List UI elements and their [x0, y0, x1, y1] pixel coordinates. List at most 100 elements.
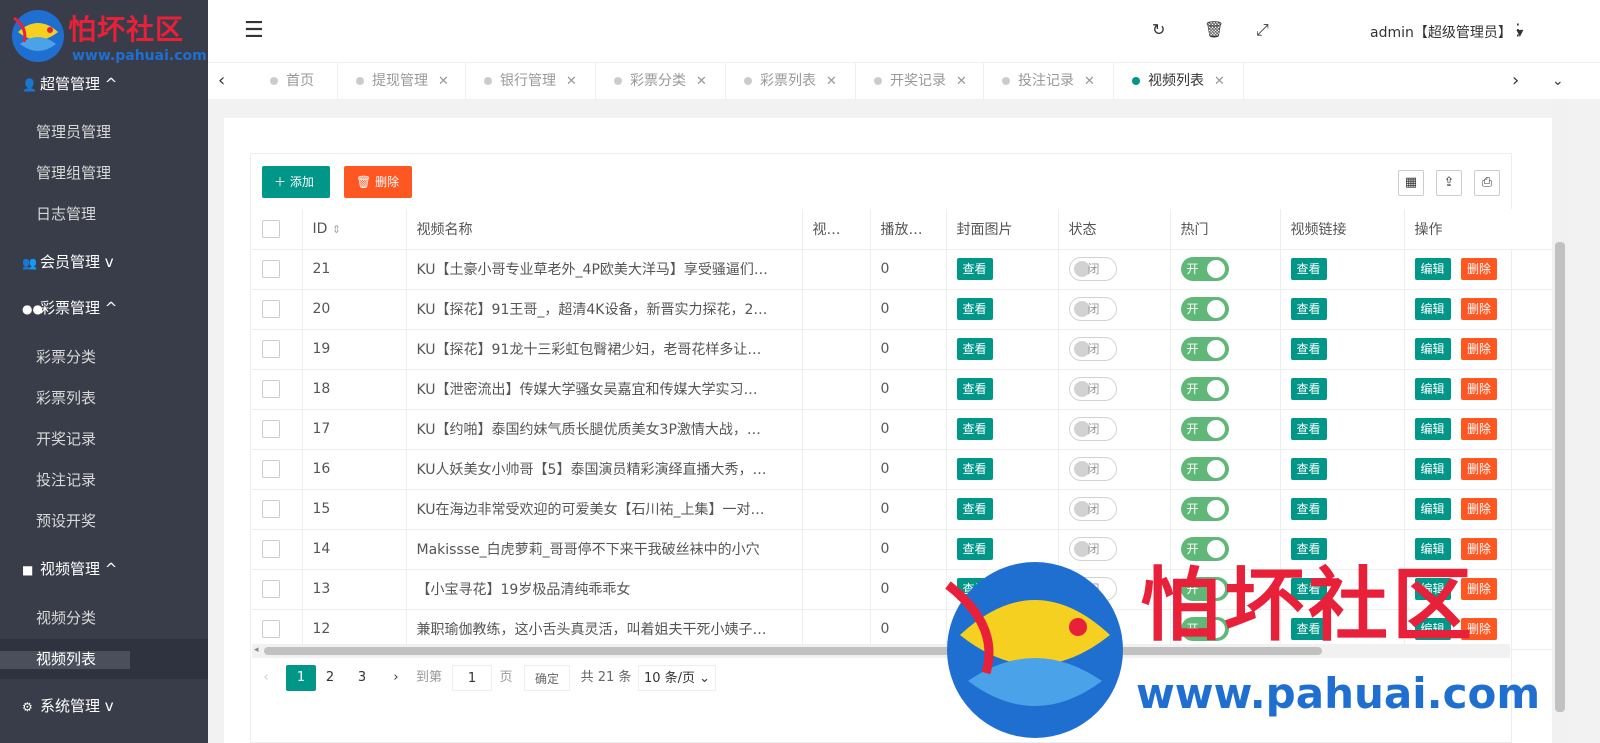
- row-delete-button[interactable]: 删除: [1460, 458, 1497, 480]
- edit-button[interactable]: 编辑: [1414, 298, 1451, 320]
- trash-icon[interactable]: 🗑: [1204, 20, 1224, 39]
- status-switch[interactable]: 闭: [1068, 417, 1117, 441]
- edit-button[interactable]: 编辑: [1414, 258, 1451, 280]
- sidebar-item-preset-draw[interactable]: 预设开奖: [0, 501, 208, 541]
- page-size-select[interactable]: 10 条/页 ⌄: [638, 665, 716, 691]
- row-select-cell[interactable]: [252, 329, 303, 370]
- row-select-cell[interactable]: [252, 609, 303, 650]
- view-link-button[interactable]: 查看: [1290, 498, 1327, 520]
- close-icon[interactable]: ✕: [956, 74, 967, 89]
- add-button[interactable]: ＋ 添加: [262, 166, 330, 198]
- refresh-icon[interactable]: ↻: [1152, 20, 1165, 39]
- prev-page-icon[interactable]: ‹: [256, 665, 276, 691]
- sidebar-item-draw-records[interactable]: 开奖记录: [0, 419, 208, 459]
- view-cover-button[interactable]: 查看: [956, 258, 993, 280]
- edit-button[interactable]: 编辑: [1414, 458, 1451, 480]
- select-all-checkbox[interactable]: [262, 219, 280, 238]
- columns-filter-icon[interactable]: ▦: [1398, 170, 1424, 196]
- row-delete-button[interactable]: 删除: [1460, 258, 1497, 280]
- row-checkbox[interactable]: [262, 460, 280, 478]
- hot-switch[interactable]: 开: [1180, 457, 1229, 481]
- delete-button[interactable]: 🗑 删除: [344, 166, 412, 198]
- row-delete-button[interactable]: 删除: [1460, 498, 1497, 520]
- logo[interactable]: 怕坏社区 www.pahuai.com: [10, 6, 207, 66]
- sidebar-item-video-category[interactable]: 视频分类: [0, 598, 208, 638]
- edit-button[interactable]: 编辑: [1414, 418, 1451, 440]
- select-all-cell[interactable]: [252, 209, 303, 250]
- close-icon[interactable]: ✕: [1214, 74, 1225, 89]
- next-page-icon[interactable]: ›: [386, 665, 406, 691]
- row-select-cell[interactable]: [252, 289, 303, 330]
- view-cover-button[interactable]: 查看: [956, 298, 993, 320]
- view-cover-button[interactable]: 查看: [956, 458, 993, 480]
- sidebar-item-log[interactable]: 日志管理: [0, 194, 208, 234]
- column-header-id[interactable]: ID ⇕: [302, 209, 407, 250]
- row-delete-button[interactable]: 删除: [1460, 298, 1497, 320]
- more-icon[interactable]: ⋮: [1510, 20, 1526, 39]
- hot-switch[interactable]: 开: [1180, 297, 1229, 321]
- tab-bank[interactable]: 银行管理 ✕: [466, 63, 596, 101]
- view-link-button[interactable]: 查看: [1290, 378, 1327, 400]
- status-switch[interactable]: 闭: [1068, 497, 1117, 521]
- tab-home[interactable]: 首页: [252, 63, 338, 101]
- scroll-left-icon[interactable]: ◂: [254, 645, 259, 655]
- status-switch[interactable]: 闭: [1068, 457, 1117, 481]
- row-select-cell[interactable]: [252, 489, 303, 530]
- row-select-cell[interactable]: [252, 409, 303, 450]
- view-cover-button[interactable]: 查看: [956, 338, 993, 360]
- close-icon[interactable]: ✕: [826, 74, 837, 89]
- edit-button[interactable]: 编辑: [1414, 338, 1451, 360]
- page-1[interactable]: 1: [286, 665, 316, 691]
- status-switch[interactable]: 闭: [1068, 377, 1117, 401]
- sort-icon[interactable]: ⇕: [332, 223, 341, 236]
- sidebar-item-admin-manage[interactable]: 管理员管理: [0, 112, 208, 152]
- tab-lottery-list[interactable]: 彩票列表 ✕: [726, 63, 856, 101]
- user-menu[interactable]: admin【超级管理员】 ▾: [1370, 22, 1523, 42]
- row-checkbox[interactable]: [262, 340, 280, 358]
- view-cover-button[interactable]: 查看: [956, 378, 993, 400]
- sidebar-item-bet-records[interactable]: 投注记录: [0, 460, 208, 500]
- row-checkbox[interactable]: [262, 380, 280, 398]
- sidebar-group-member[interactable]: 👥 会员管理 v: [0, 242, 208, 282]
- page-3[interactable]: 3: [350, 665, 374, 691]
- row-checkbox[interactable]: [262, 420, 280, 438]
- row-delete-button[interactable]: 删除: [1460, 378, 1497, 400]
- close-icon[interactable]: ✕: [1084, 74, 1095, 89]
- hot-switch[interactable]: 开: [1180, 377, 1229, 401]
- sidebar-group-super-admin[interactable]: 👤 超管管理 ^: [0, 64, 208, 104]
- view-link-button[interactable]: 查看: [1290, 418, 1327, 440]
- sidebar-item-lottery-list[interactable]: 彩票列表: [0, 378, 208, 418]
- row-select-cell[interactable]: [252, 449, 303, 490]
- fullscreen-icon[interactable]: ⤢: [1256, 20, 1269, 40]
- edit-button[interactable]: 编辑: [1414, 378, 1451, 400]
- tab-lottery-category[interactable]: 彩票分类 ✕: [596, 63, 726, 101]
- sidebar-group-system[interactable]: ⚙ 系统管理 v: [0, 686, 208, 726]
- status-switch[interactable]: 闭: [1068, 297, 1117, 321]
- row-select-cell[interactable]: [252, 249, 303, 290]
- sidebar-group-video[interactable]: ■ 视频管理 ^: [0, 549, 208, 589]
- row-checkbox[interactable]: [262, 540, 280, 558]
- tabs-next-icon[interactable]: ›: [1512, 63, 1519, 101]
- sidebar-group-lottery[interactable]: ●●彩票管理 ^: [0, 288, 208, 328]
- hot-switch[interactable]: 开: [1180, 257, 1229, 281]
- tab-bet-records[interactable]: 投注记录 ✕: [984, 63, 1114, 101]
- goto-page-input[interactable]: 1: [452, 665, 492, 691]
- row-checkbox[interactable]: [262, 500, 280, 518]
- close-icon[interactable]: ✕: [438, 74, 449, 89]
- status-switch[interactable]: 闭: [1068, 337, 1117, 361]
- view-link-button[interactable]: 查看: [1290, 458, 1327, 480]
- tab-video-list[interactable]: 视频列表 ✕: [1114, 63, 1244, 101]
- sidebar-item-video-list[interactable]: 视频列表: [0, 639, 208, 679]
- row-checkbox[interactable]: [262, 260, 280, 278]
- view-cover-button[interactable]: 查看: [956, 498, 993, 520]
- tab-draw-records[interactable]: 开奖记录 ✕: [856, 63, 984, 101]
- row-select-cell[interactable]: [252, 529, 303, 570]
- row-delete-button[interactable]: 删除: [1460, 418, 1497, 440]
- view-link-button[interactable]: 查看: [1290, 258, 1327, 280]
- print-icon[interactable]: ⎙: [1474, 170, 1500, 196]
- sidebar-item-admin-group[interactable]: 管理组管理: [0, 153, 208, 193]
- view-cover-button[interactable]: 查看: [956, 418, 993, 440]
- row-checkbox[interactable]: [262, 300, 280, 318]
- row-select-cell[interactable]: [252, 569, 303, 610]
- export-icon[interactable]: ⇪: [1436, 170, 1462, 196]
